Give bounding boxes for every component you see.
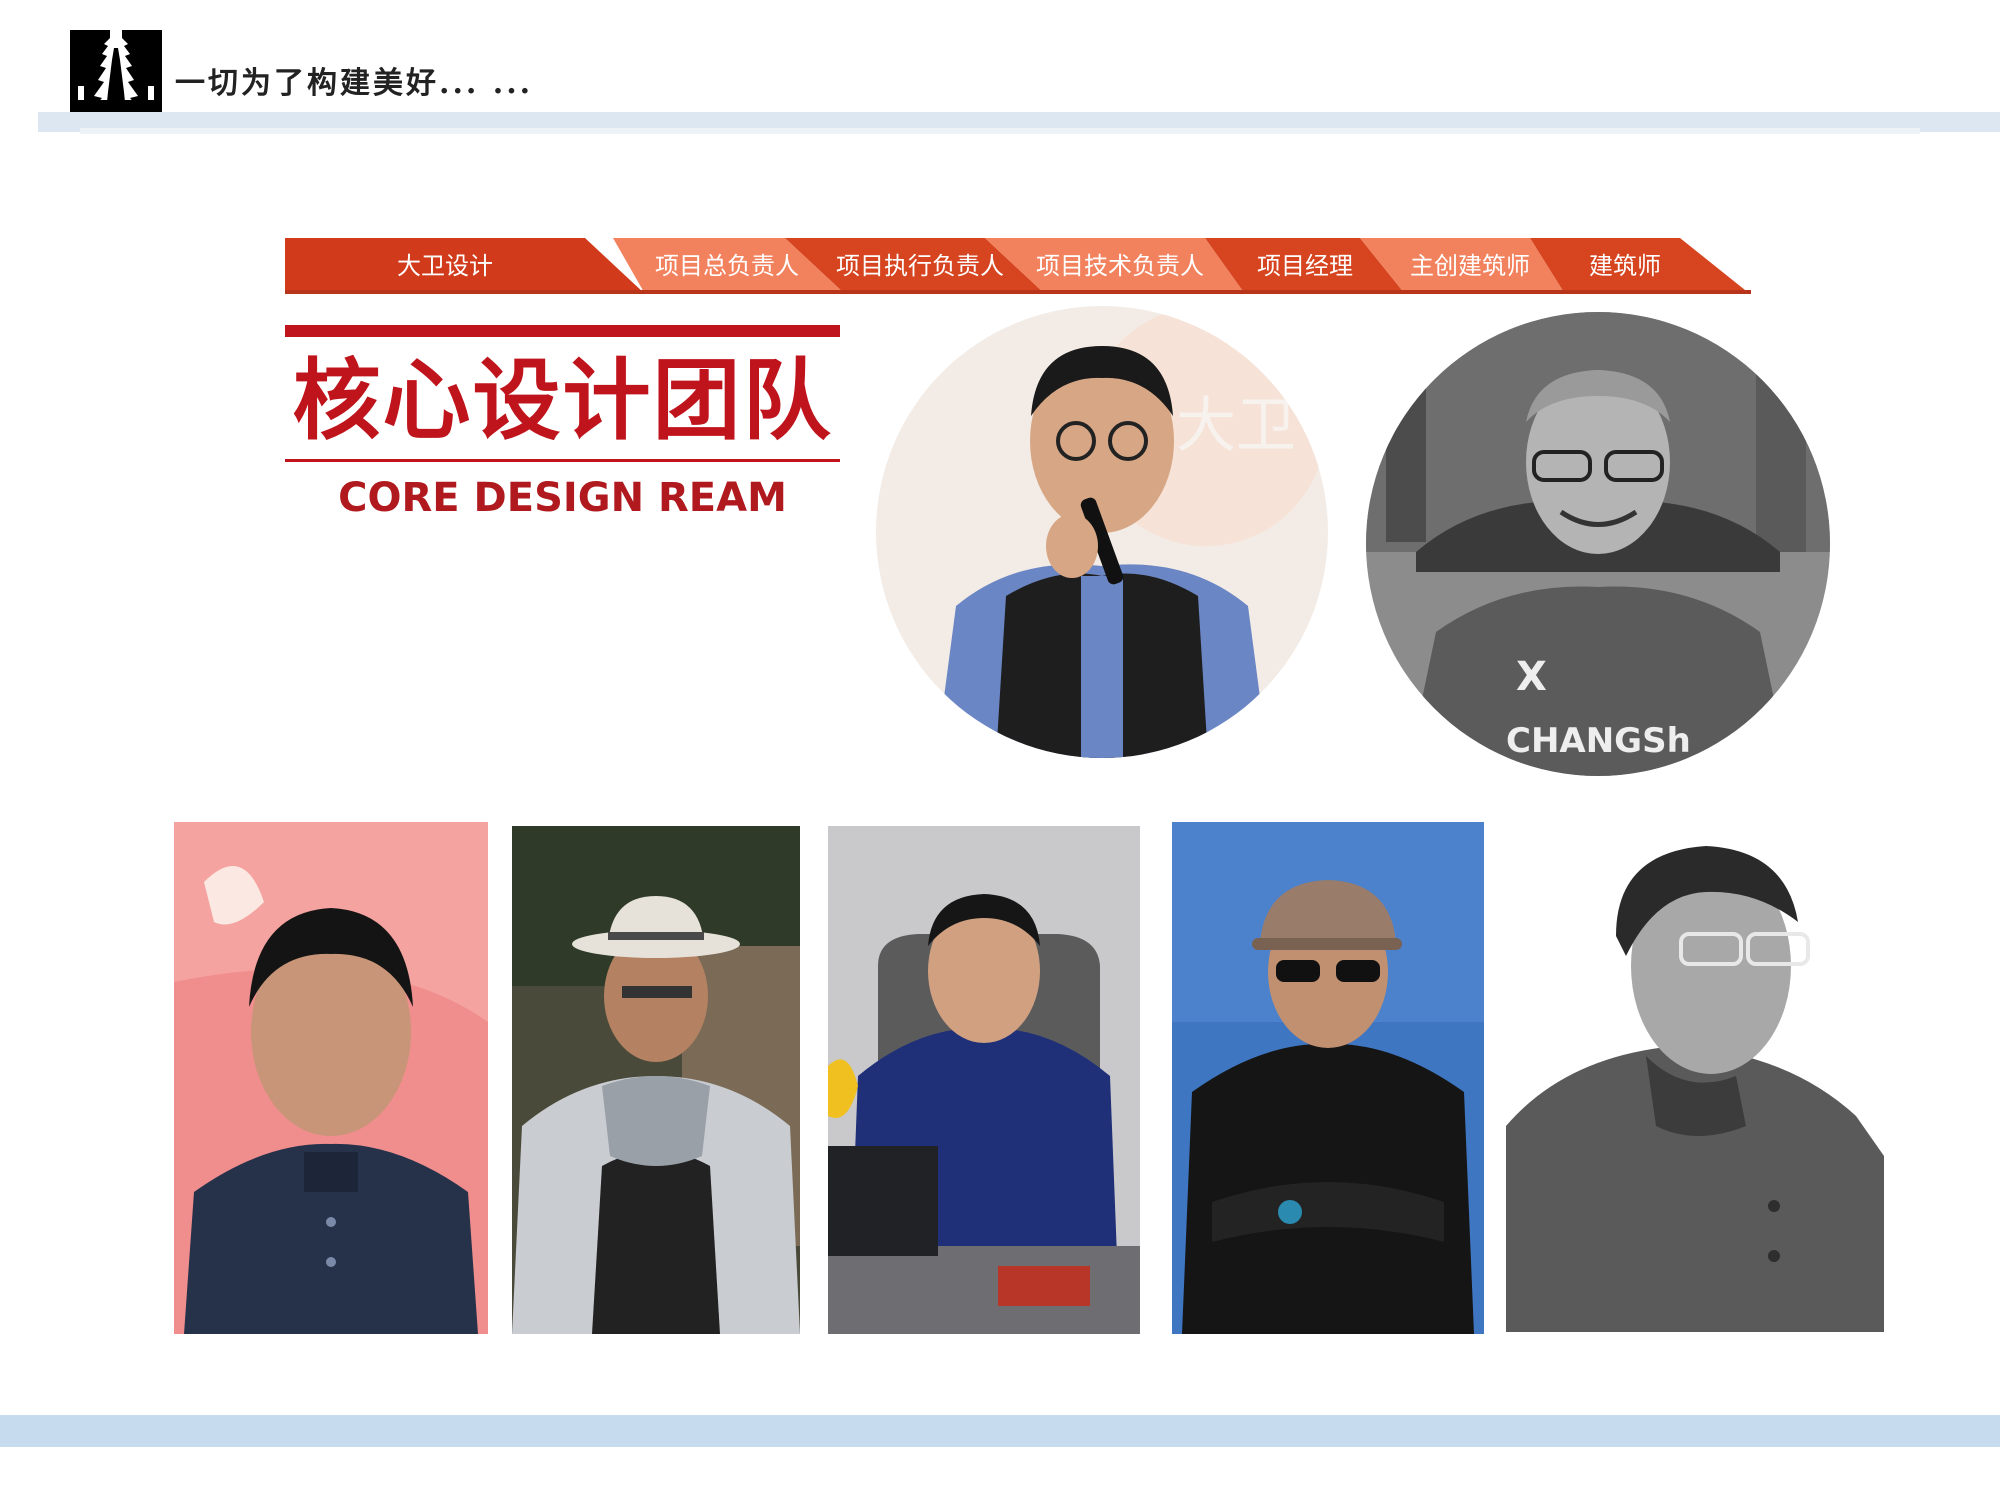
section-title-cn: 核心设计团队 <box>292 349 833 452</box>
svg-text:大卫: 大卫 <box>1176 391 1296 461</box>
circle-photo-grayscale: CHANGSh X <box>1366 312 1830 776</box>
photo-sky-sunglasses <box>1172 822 1484 1334</box>
photo-red-background <box>174 822 488 1334</box>
photo-office-desk <box>828 826 1140 1334</box>
title-divider-rule <box>285 459 840 462</box>
circle-photo-speaker: 大卫 <box>876 306 1328 758</box>
ribbon-label-technical-lead: 项目技术负责人 <box>1036 252 1204 280</box>
section-title-block: 核心设计团队 CORE DESIGN REAM <box>285 325 840 525</box>
photo-grayscale-profile <box>1506 826 1884 1332</box>
ribbon-label-execution-lead: 项目执行负责人 <box>836 252 1004 280</box>
photo-hat-garden <box>512 826 800 1334</box>
ribbon-label-chief-architect: 主创建筑师 <box>1410 252 1530 280</box>
ribbon-label-project-lead: 项目总负责人 <box>655 252 799 280</box>
pagoda-logo-icon <box>70 30 162 112</box>
ribbon-label-architect: 建筑师 <box>1589 252 1661 280</box>
section-title-en: CORE DESIGN REAM <box>338 475 787 521</box>
ribbon-label-project-manager: 项目经理 <box>1257 252 1353 280</box>
title-top-rule <box>285 325 840 337</box>
svg-text:X: X <box>1516 654 1547 700</box>
svg-text:CHANGSh: CHANGSh <box>1506 721 1691 761</box>
ribbon-underline <box>285 290 1751 294</box>
role-ribbon: 大卫设计 项目总负责人 项目执行负责人 项目技术负责人 项目经理 主创建筑师 建… <box>285 238 1755 294</box>
slogan-text: 一切为了构建美好... ... <box>175 66 534 101</box>
ribbon-label-studio: 大卫设计 <box>397 252 493 280</box>
bottom-divider-band <box>0 1415 2000 1447</box>
